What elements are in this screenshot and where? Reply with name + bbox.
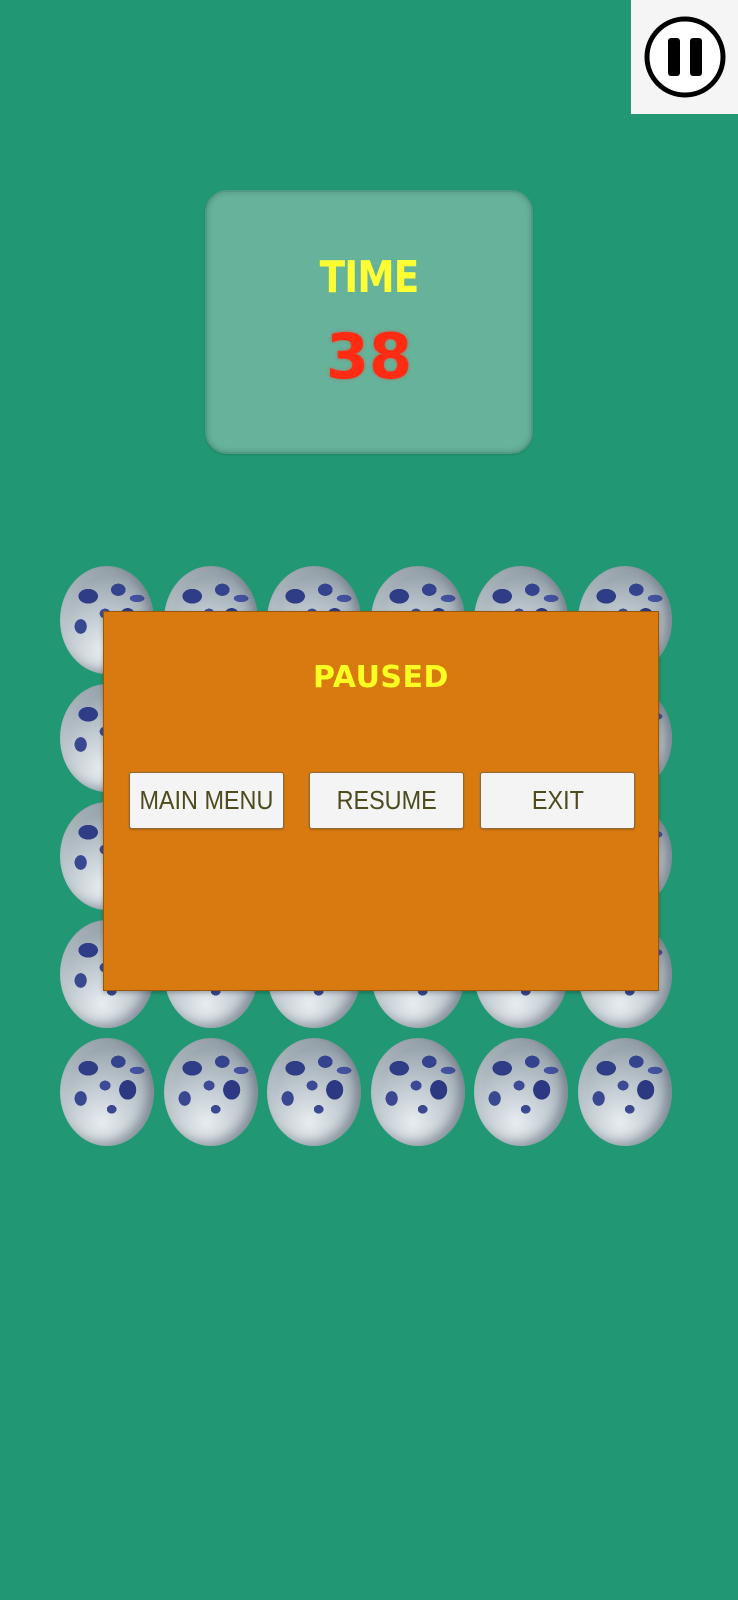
main-menu-button[interactable]: MAIN MENU <box>129 772 284 829</box>
resume-button-label: RESUME <box>336 785 437 815</box>
paused-title: PAUSED <box>313 660 449 695</box>
moon-icon[interactable] <box>371 1038 465 1146</box>
pause-dialog: PAUSED MAIN MENU RESUME EXIT <box>103 611 659 991</box>
moon-icon[interactable] <box>267 1038 361 1146</box>
moon-icon[interactable] <box>474 1038 568 1146</box>
resume-button[interactable]: RESUME <box>309 772 464 829</box>
exit-button[interactable]: EXIT <box>480 772 635 829</box>
main-menu-button-label: MAIN MENU <box>139 785 274 815</box>
moon-icon[interactable] <box>60 1038 154 1146</box>
moon-icon[interactable] <box>578 1038 672 1146</box>
exit-button-label: EXIT <box>531 785 584 815</box>
moon-icon[interactable] <box>164 1038 258 1146</box>
